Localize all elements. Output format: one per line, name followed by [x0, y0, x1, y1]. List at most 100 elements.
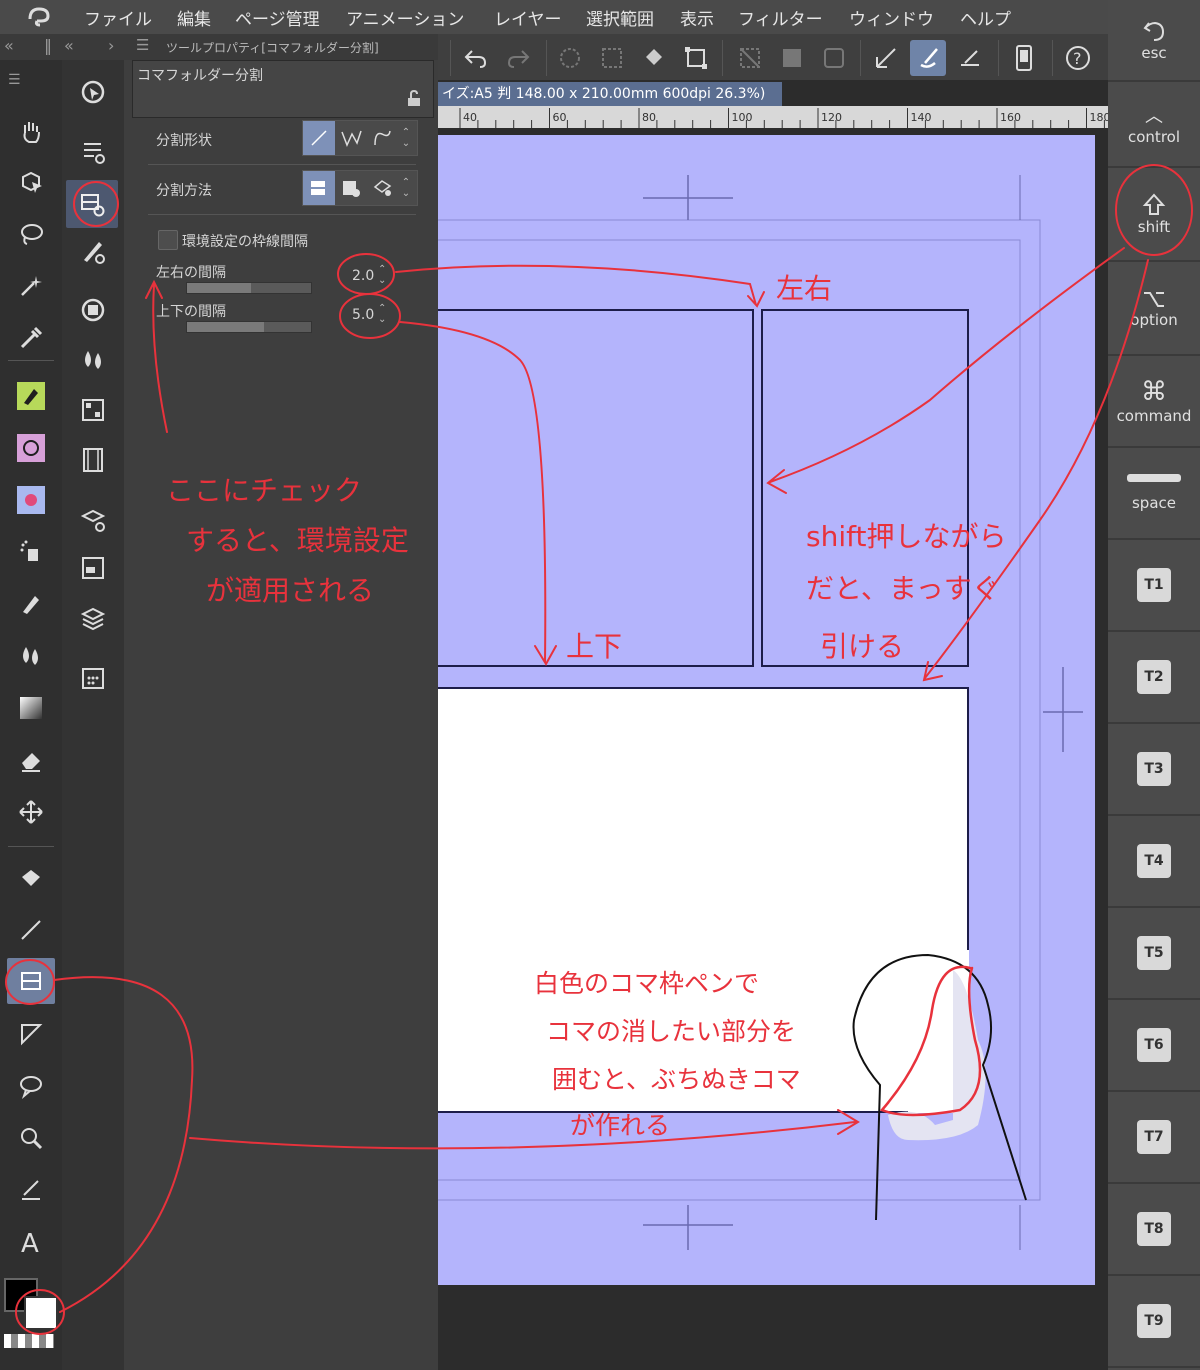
t7-key[interactable]: T7 — [1108, 1092, 1200, 1184]
sub-tool-frame-create-icon[interactable] — [75, 134, 111, 170]
brush-tool-icon[interactable] — [13, 482, 49, 518]
sub-tool-film-icon[interactable] — [75, 442, 111, 478]
frame-border-tool-icon[interactable] — [7, 958, 55, 1004]
deselect-icon[interactable] — [732, 40, 768, 76]
t2-key[interactable]: T2 — [1108, 632, 1200, 724]
object-select-icon[interactable] — [13, 164, 49, 200]
free-transform-icon[interactable] — [678, 40, 714, 76]
invert-selection-icon[interactable] — [774, 40, 810, 76]
fill-tool-icon[interactable] — [13, 860, 49, 896]
grip-icon[interactable]: ‖ — [44, 36, 52, 55]
split-shape-dropdown-icon[interactable]: ⌃ ⌄ — [399, 121, 413, 155]
lasso-icon[interactable] — [13, 216, 49, 252]
tb-gap-stepper-icon[interactable]: ⌃ ⌄ — [378, 303, 386, 325]
menu-selection[interactable]: 選択範囲 — [586, 5, 654, 30]
tb-gap-slider[interactable] — [186, 321, 312, 333]
pencil-tool-icon[interactable] — [13, 430, 49, 466]
text-icon[interactable]: A — [13, 1224, 49, 1260]
t9-key[interactable]: T9 — [1108, 1276, 1200, 1368]
manga-page-canvas[interactable] — [438, 80, 1108, 1370]
move-icon[interactable] — [13, 794, 49, 830]
split-shape-selector[interactable]: ⌃ ⌄ — [302, 120, 418, 156]
menu-edit[interactable]: 編集 — [177, 5, 211, 30]
tb-gap-value[interactable]: 5.0 — [352, 307, 374, 323]
sub-tool-drops-icon[interactable] — [75, 342, 111, 378]
panel-menu-icon[interactable]: ☰ — [136, 36, 149, 54]
redo-icon[interactable] — [500, 40, 536, 76]
expand-icon[interactable]: › — [108, 36, 114, 55]
option-key[interactable]: option — [1108, 262, 1200, 356]
space-key[interactable]: space — [1108, 448, 1200, 540]
lr-gap-slider[interactable] — [186, 282, 312, 294]
sub-tool-navigator-icon[interactable] — [75, 550, 111, 586]
split-polyline-icon[interactable] — [335, 121, 367, 155]
menu-filter[interactable]: フィルター — [738, 5, 823, 30]
sub-tool-frame-split-icon[interactable] — [66, 180, 118, 228]
gradient-icon[interactable] — [13, 690, 49, 726]
shift-key[interactable]: shift — [1108, 168, 1200, 262]
clear-icon[interactable] — [552, 40, 588, 76]
esc-key[interactable]: esc — [1108, 0, 1200, 82]
unlock-icon[interactable] — [405, 89, 423, 107]
ruler-line-icon[interactable] — [868, 40, 904, 76]
t8-key[interactable]: T8 — [1108, 1184, 1200, 1276]
magic-wand-icon[interactable] — [13, 268, 49, 304]
selection-area-icon[interactable] — [816, 40, 852, 76]
t5-key[interactable]: T5 — [1108, 908, 1200, 1000]
eyedropper-icon[interactable] — [13, 320, 49, 356]
sub-tool-grid-icon[interactable] — [75, 392, 111, 428]
device-icon[interactable] — [1006, 40, 1042, 76]
sub-tool-circle-icon[interactable] — [75, 292, 111, 328]
undo-icon[interactable] — [458, 40, 494, 76]
t3-key[interactable]: T3 — [1108, 724, 1200, 816]
split-straight-icon[interactable] — [303, 121, 335, 155]
transform-select-icon[interactable] — [594, 40, 630, 76]
decoration-icon[interactable] — [13, 586, 49, 622]
brush-icon[interactable] — [910, 40, 946, 76]
zoom-icon[interactable] — [13, 1120, 49, 1156]
balloon-icon[interactable] — [13, 1068, 49, 1104]
split-folder-icon[interactable] — [303, 171, 335, 205]
t1-key[interactable]: T1 — [1108, 540, 1200, 632]
app-logo-icon[interactable] — [26, 5, 52, 29]
line-tool-icon[interactable] — [13, 912, 49, 948]
command-key[interactable]: ⌘ command — [1108, 356, 1200, 448]
env-border-checkbox[interactable] — [158, 230, 178, 250]
menu-file[interactable]: ファイル — [84, 5, 152, 30]
hand-icon[interactable] — [13, 114, 49, 150]
lr-gap-value[interactable]: 2.0 — [352, 268, 374, 284]
ruler-tool-icon[interactable] — [13, 1016, 49, 1052]
split-mask-icon[interactable] — [367, 171, 399, 205]
menu-view[interactable]: 表示 — [680, 5, 714, 30]
fill-icon[interactable] — [636, 40, 672, 76]
control-key[interactable]: ︿ control — [1108, 82, 1200, 168]
collapse-left-icon[interactable]: « — [4, 36, 14, 55]
menu-page[interactable]: ページ管理 — [235, 5, 320, 30]
airbrush-icon[interactable] — [13, 534, 49, 570]
sub-tool-layer-settings-icon[interactable] — [75, 502, 111, 538]
sub-tool-calendar-icon[interactable] — [75, 660, 111, 696]
split-layer-icon[interactable] — [335, 171, 367, 205]
toolstrip-menu-icon[interactable]: ☰ — [8, 72, 21, 88]
menu-layer[interactable]: レイヤー — [494, 5, 562, 30]
menu-animation[interactable]: アニメーション — [346, 5, 464, 30]
sub-tool-object-icon[interactable] — [75, 74, 111, 110]
help-icon[interactable]: ? — [1060, 40, 1096, 76]
split-method-selector[interactable]: ⌃ ⌄ — [302, 170, 418, 206]
pen-snap-icon[interactable] — [952, 40, 988, 76]
sub-tool-layers-icon[interactable] — [75, 600, 111, 636]
lr-gap-stepper-icon[interactable]: ⌃ ⌄ — [378, 264, 386, 286]
eraser-icon[interactable] — [13, 742, 49, 778]
frame-bottom[interactable] — [438, 687, 969, 1113]
t6-key[interactable]: T6 — [1108, 1000, 1200, 1092]
menu-help[interactable]: ヘルプ — [960, 5, 1011, 30]
split-curve-icon[interactable] — [367, 121, 399, 155]
sub-tool-pen-icon[interactable] — [75, 234, 111, 270]
blend-icon[interactable] — [13, 638, 49, 674]
transparent-color-swatch[interactable] — [4, 1334, 54, 1348]
correct-line-icon[interactable] — [13, 1172, 49, 1208]
pen-tool-icon[interactable] — [13, 378, 49, 414]
t4-key[interactable]: T4 — [1108, 816, 1200, 908]
menu-window[interactable]: ウィンドウ — [849, 5, 934, 30]
split-method-dropdown-icon[interactable]: ⌃ ⌄ — [399, 171, 413, 205]
